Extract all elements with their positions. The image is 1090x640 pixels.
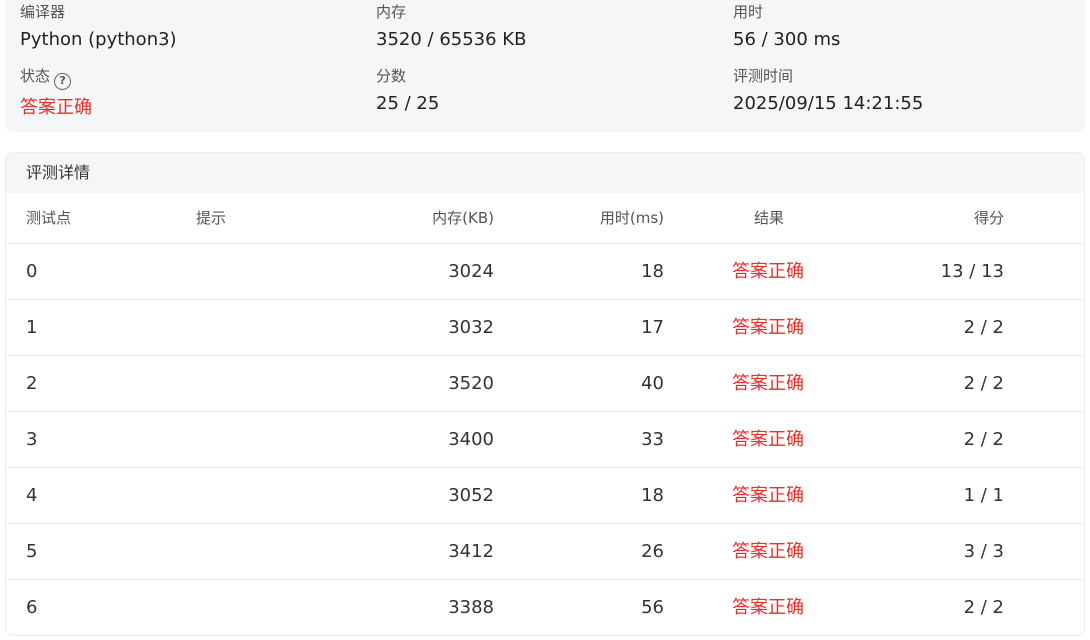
cell-score: 3 / 3 (963, 541, 1004, 562)
table-row: 1 3032 17 答案正确 2 / 2 (6, 300, 1084, 356)
cell-result: 答案正确 (732, 317, 804, 338)
cell-time: 56 (641, 597, 664, 618)
status-label-row: 状态? (20, 66, 92, 90)
header-test-point: 测试点 (26, 209, 72, 227)
status-value: 答案正确 (20, 97, 92, 118)
cell-score: 1 / 1 (963, 485, 1004, 506)
cell-test-point: 2 (26, 373, 38, 394)
header-memory: 内存(KB) (432, 209, 494, 227)
cell-time: 18 (641, 485, 664, 506)
cell-result: 答案正确 (732, 261, 804, 282)
cell-test-point: 3 (26, 429, 38, 450)
score-label: 分数 (376, 67, 407, 85)
judge-time-field: 评测时间 2025/09/15 14:21:55 (733, 66, 923, 116)
cell-score: 13 / 13 (940, 261, 1004, 282)
table-row: 2 3520 40 答案正确 2 / 2 (6, 356, 1084, 412)
time-value: 56 / 300 ms (733, 29, 841, 50)
cell-score: 2 / 2 (963, 429, 1004, 450)
cell-test-point: 4 (26, 485, 38, 506)
score-field: 分数 25 / 25 (376, 66, 439, 116)
cell-memory: 3024 (448, 261, 494, 282)
cell-memory: 3388 (448, 597, 494, 618)
memory-label: 内存 (376, 3, 407, 21)
table-row: 6 3388 56 答案正确 2 / 2 (6, 580, 1084, 635)
memory-field: 内存 3520 / 65536 KB (376, 2, 526, 52)
cell-time: 26 (641, 541, 664, 562)
cell-result: 答案正确 (732, 485, 804, 506)
details-table-body: 0 3024 18 答案正确 13 / 13 1 3032 17 答案正确 2 … (6, 244, 1084, 635)
details-table-header: 测试点 提示 内存(KB) 用时(ms) 结果 得分 (6, 193, 1084, 244)
table-row: 3 3400 33 答案正确 2 / 2 (6, 412, 1084, 468)
help-icon[interactable]: ? (54, 73, 72, 90)
cell-memory: 3032 (448, 317, 494, 338)
cell-test-point: 5 (26, 541, 38, 562)
time-field: 用时 56 / 300 ms (733, 2, 840, 52)
cell-memory: 3520 (448, 373, 494, 394)
compiler-field: 编译器 Python (python3) (20, 2, 177, 52)
score-value: 25 / 25 (376, 93, 440, 114)
judge-time-value: 2025/09/15 14:21:55 (733, 93, 924, 114)
cell-time: 40 (641, 373, 664, 394)
cell-test-point: 6 (26, 597, 38, 618)
table-row: 5 3412 26 答案正确 3 / 3 (6, 524, 1084, 580)
cell-result: 答案正确 (732, 429, 804, 450)
cell-time: 18 (641, 261, 664, 282)
cell-result: 答案正确 (732, 597, 804, 618)
table-row: 4 3052 18 答案正确 1 / 1 (6, 468, 1084, 524)
cell-test-point: 1 (26, 317, 38, 338)
cell-memory: 3412 (448, 541, 494, 562)
submission-summary-panel: 编译器 Python (python3) 内存 3520 / 65536 KB … (5, 0, 1085, 132)
cell-time: 17 (641, 317, 664, 338)
cell-test-point: 0 (26, 261, 38, 282)
cell-score: 2 / 2 (963, 373, 1004, 394)
memory-value: 3520 / 65536 KB (376, 29, 527, 50)
judge-time-label: 评测时间 (733, 67, 794, 85)
time-label: 用时 (733, 3, 764, 21)
cell-score: 2 / 2 (963, 317, 1004, 338)
header-score: 得分 (973, 209, 1004, 227)
header-time: 用时(ms) (599, 209, 664, 227)
judge-details-panel: 评测详情 测试点 提示 内存(KB) 用时(ms) 结果 得分 0 3024 1… (5, 152, 1085, 636)
details-title: 评测详情 (6, 153, 1084, 193)
cell-memory: 3400 (448, 429, 494, 450)
header-result: 结果 (754, 209, 785, 227)
cell-memory: 3052 (448, 485, 494, 506)
cell-result: 答案正确 (732, 373, 804, 394)
table-row: 0 3024 18 答案正确 13 / 13 (6, 244, 1084, 300)
cell-time: 33 (641, 429, 664, 450)
compiler-label: 编译器 (20, 3, 66, 21)
cell-result: 答案正确 (732, 541, 804, 562)
compiler-value: Python (python3) (20, 29, 177, 50)
status-label: 状态 (20, 67, 51, 85)
status-field: 状态? 答案正确 (20, 66, 92, 120)
cell-score: 2 / 2 (963, 597, 1004, 618)
header-hint: 提示 (196, 209, 227, 227)
